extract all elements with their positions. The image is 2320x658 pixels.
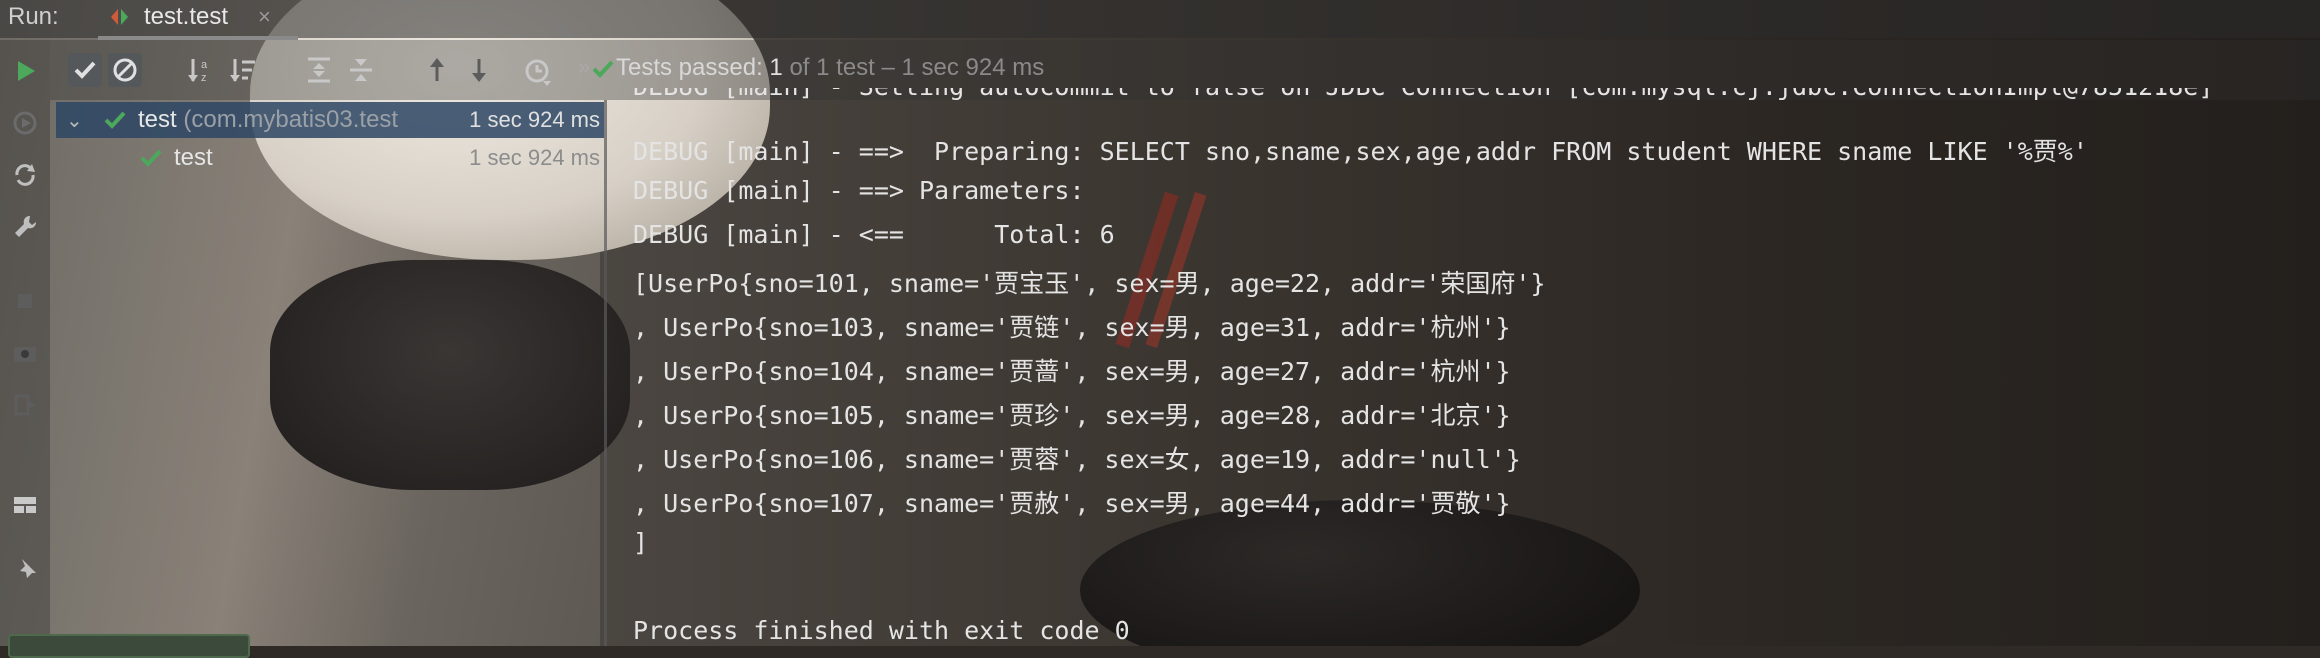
tree-node-test[interactable]: test 1 sec 924 ms: [56, 140, 604, 176]
show-passed-button[interactable]: [68, 53, 102, 87]
rerun-failed-icon[interactable]: [10, 108, 40, 138]
test-duration: 1 sec 924 ms: [469, 145, 600, 170]
exit-icon[interactable]: [10, 390, 40, 420]
test-package: (com.mybatis03.test: [176, 106, 399, 133]
console-line: Process finished with exit code 0: [633, 616, 1130, 645]
test-results-tree: ⌄ test (com.mybatis03.test 1 sec 924 ms …: [56, 102, 604, 646]
tree-node-label: test (com.mybatis03.test: [138, 106, 398, 134]
console-line: , UserPo{sno=106, sname='贾蓉', sex=女, age…: [633, 445, 1521, 474]
run-tab-title: test.test: [144, 3, 229, 30]
status-count: 1: [769, 54, 783, 81]
wrench-icon[interactable]: [10, 212, 40, 242]
console-line: ]: [633, 528, 649, 557]
status-rest: of 1 test – 1 sec 924 ms: [782, 54, 1045, 81]
console-line: DEBUG [main] - ==> Parameters:: [633, 176, 1100, 205]
more-actions-chevron[interactable]: »: [578, 54, 590, 80]
console-output[interactable]: DEBUG [main] - Setting autocommit to fal…: [607, 88, 2320, 646]
rerun-icon[interactable]: [10, 56, 40, 86]
test-method-name: test: [174, 144, 213, 171]
console-line: , UserPo{sno=105, sname='贾珍', sex=男, age…: [633, 401, 1511, 430]
run-side-toolbar: [0, 40, 50, 646]
layout-icon[interactable]: [10, 490, 40, 520]
next-failed-icon[interactable]: [462, 53, 496, 87]
collapse-all-icon[interactable]: [344, 53, 378, 87]
console-line: , UserPo{sno=104, sname='贾蔷', sex=男, age…: [633, 357, 1511, 386]
previous-failed-icon[interactable]: [420, 53, 454, 87]
svg-text:z: z: [201, 72, 207, 84]
tests-passed-check-icon: [592, 60, 614, 78]
console-line: DEBUG [main] - ==> Preparing: SELECT sno…: [633, 137, 2088, 166]
ignored-icon: [113, 58, 137, 82]
svg-text:a: a: [201, 59, 208, 71]
camera-icon[interactable]: [10, 338, 40, 368]
chevron-down-icon[interactable]: ⌄: [66, 108, 83, 133]
console-line: , UserPo{sno=103, sname='贾链', sex=男, age…: [633, 313, 1511, 342]
test-class-name: test: [138, 106, 177, 133]
pin-icon[interactable]: [10, 555, 40, 585]
console-line: DEBUG [main] - Setting autocommit to fal…: [633, 88, 2213, 101]
passed-check-icon: [104, 111, 126, 129]
run-label: Run:: [8, 3, 59, 30]
status-prefix: Tests passed:: [616, 54, 770, 81]
status-bar-button[interactable]: [8, 634, 250, 658]
console-line: [UserPo{sno=101, sname='贾宝玉', sex=男, age…: [633, 269, 1546, 298]
toggle-auto-test-icon[interactable]: [10, 160, 40, 190]
stop-icon[interactable]: [10, 286, 40, 316]
test-duration: 1 sec 924 ms: [469, 107, 600, 132]
expand-all-icon[interactable]: [302, 53, 336, 87]
run-tool-window-header: Run: test.test ×: [0, 0, 2320, 40]
sort-alphabetically-icon[interactable]: az: [184, 53, 218, 87]
check-icon: [74, 61, 96, 79]
tree-node-root[interactable]: ⌄ test (com.mybatis03.test 1 sec 924 ms: [56, 102, 604, 138]
test-status-text: Tests passed: 1 of 1 test – 1 sec 924 ms: [616, 54, 1044, 82]
sort-by-duration-icon[interactable]: [226, 53, 260, 87]
console-line: DEBUG [main] - <== Total: 6: [633, 220, 1115, 249]
console-line: , UserPo{sno=107, sname='贾赦', sex=男, age…: [633, 489, 1511, 518]
test-history-icon[interactable]: [520, 53, 554, 87]
show-ignored-button[interactable]: [108, 53, 142, 87]
run-tab-test[interactable]: test.test ×: [98, 0, 298, 38]
close-tab-icon[interactable]: ×: [258, 4, 271, 30]
passed-check-icon: [140, 149, 162, 167]
run-config-icon: [111, 9, 128, 25]
